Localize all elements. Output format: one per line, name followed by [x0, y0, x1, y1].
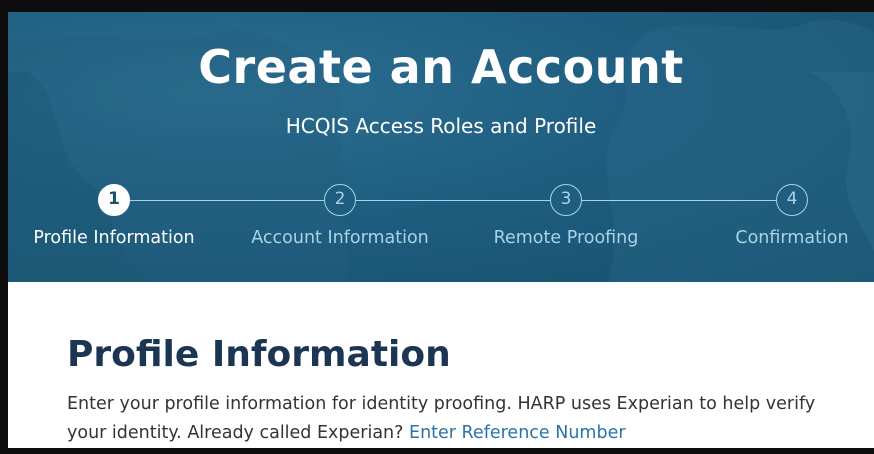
- step-remote-proofing[interactable]: 3 Remote Proofing: [456, 184, 676, 248]
- page-subtitle: HCQIS Access Roles and Profile: [285, 114, 597, 138]
- section-description: Enter your profile information for ident…: [67, 390, 847, 448]
- step-number-circle: 4: [776, 184, 808, 216]
- page-viewport: Create an Account HCQIS Access Roles and…: [8, 12, 874, 448]
- step-label: Confirmation: [735, 228, 849, 248]
- step-number-circle: 2: [324, 184, 356, 216]
- section-heading: Profile Information: [67, 334, 451, 375]
- hero-banner: Create an Account HCQIS Access Roles and…: [8, 12, 874, 282]
- screenshot-frame: Create an Account HCQIS Access Roles and…: [0, 0, 874, 454]
- page-title: Create an Account: [198, 40, 684, 94]
- step-confirmation[interactable]: 4 Confirmation: [682, 184, 874, 248]
- step-number-circle: 1: [98, 184, 130, 216]
- profile-information-section: Profile Information Enter your profile i…: [8, 282, 874, 448]
- step-label: Remote Proofing: [493, 228, 639, 248]
- enter-reference-number-link[interactable]: Enter Reference Number: [409, 423, 626, 443]
- step-profile-information[interactable]: 1 Profile Information: [8, 184, 224, 248]
- step-label: Profile Information: [33, 228, 195, 248]
- step-account-information[interactable]: 2 Account Information: [230, 184, 450, 248]
- step-number-circle: 3: [550, 184, 582, 216]
- step-label: Account Information: [251, 228, 429, 248]
